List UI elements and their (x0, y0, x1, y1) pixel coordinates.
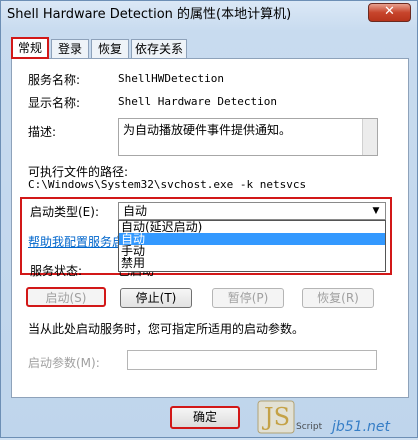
start-button[interactable]: 启动(S) (26, 287, 106, 307)
service-status-label: 服务状态: (30, 264, 83, 278)
svg-text:JS: JS (261, 403, 290, 431)
startup-type-label: 启动类型(E): (30, 205, 99, 219)
description-text: 为自动播放硬件事件提供通知。 (123, 123, 292, 137)
pause-button[interactable]: 暂停(P) (212, 288, 284, 308)
startup-option-auto[interactable]: 自动 (119, 233, 385, 245)
display-name-value: Shell Hardware Detection (118, 95, 277, 108)
watermark-text: jb51.net (330, 419, 391, 435)
description-label: 描述: (28, 125, 57, 139)
resume-button[interactable]: 恢复(R) (302, 288, 374, 308)
general-panel: 服务名称: ShellHWDetection 显示名称: Shell Hardw… (11, 58, 409, 398)
tab-dependencies[interactable]: 依存关系 (131, 39, 187, 58)
start-params-hint: 当从此处启动服务时，您可指定所适用的启动参数。 (28, 322, 305, 336)
display-name-label: 显示名称: (28, 96, 81, 110)
chevron-down-icon: ▼ (372, 206, 380, 216)
window-title: Shell Hardware Detection 的属性(本地计算机) (7, 7, 292, 22)
description-scrollbar[interactable] (362, 119, 377, 155)
startup-type-dropdown: 自动(延迟启动) 自动 手动 禁用 (118, 220, 386, 272)
tab-recovery[interactable]: 恢复 (91, 39, 129, 58)
start-params-input[interactable] (127, 350, 377, 370)
startup-option-delayed[interactable]: 自动(延迟启动) (119, 221, 385, 233)
startup-type-select[interactable]: 自动 ▼ (118, 202, 386, 220)
watermark-label: Script (296, 422, 323, 432)
startup-option-manual[interactable]: 手动 (119, 245, 385, 257)
ok-button[interactable]: 确定 (170, 406, 240, 429)
close-button[interactable]: ✕ (368, 3, 411, 22)
service-name-label: 服务名称: (28, 73, 81, 87)
service-name-value: ShellHWDetection (118, 72, 224, 85)
watermark-logo: JS Script jb51.net (256, 395, 416, 437)
close-icon: ✕ (384, 4, 395, 19)
startup-option-disabled[interactable]: 禁用 (119, 257, 385, 269)
stop-button[interactable]: 停止(T) (120, 288, 192, 308)
tab-logon[interactable]: 登录 (51, 39, 89, 58)
startup-type-value: 自动 (123, 204, 148, 218)
service-properties-dialog: Shell Hardware Detection 的属性(本地计算机) ✕ 常规… (0, 0, 418, 438)
start-params-label: 启动参数(M): (28, 356, 100, 370)
exe-path-value: C:\Windows\System32\svchost.exe -k netsv… (28, 178, 307, 191)
description-field[interactable]: 为自动播放硬件事件提供通知。 (118, 118, 378, 156)
tab-general[interactable]: 常规 (11, 37, 49, 59)
